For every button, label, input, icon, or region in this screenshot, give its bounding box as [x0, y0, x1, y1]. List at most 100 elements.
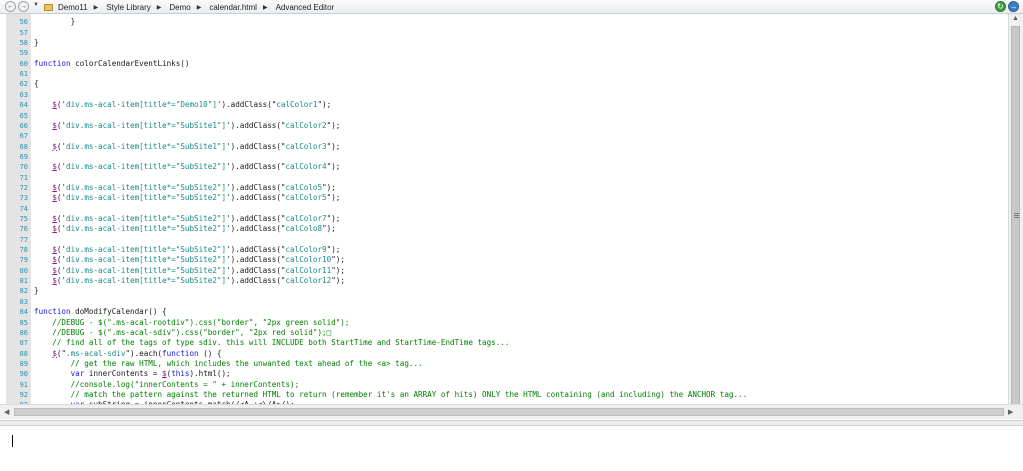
code-line[interactable]: 89 // get the raw HTML, which includes t…: [6, 359, 1006, 369]
code-line[interactable]: 60 function colorCalendarEventLinks(): [6, 59, 1006, 69]
code-line[interactable]: 75 $('div.ms-acal-item[title*="SubSite2"…: [6, 214, 1006, 224]
code-line[interactable]: 71: [6, 173, 1006, 183]
code-token: (': [56, 120, 67, 130]
code-text: $('div.ms-acal-item[title*="Demo10"]').a…: [34, 100, 331, 110]
secondary-input-pane[interactable]: [0, 426, 1023, 471]
code-line[interactable]: 81 $('div.ms-acal-item[title*="SubSite2"…: [6, 276, 1006, 286]
line-number: 86: [19, 328, 28, 337]
code-line[interactable]: 72 $('div.ms-acal-item[title*="SubSite2"…: [6, 183, 1006, 193]
vertical-scroll-thumb[interactable]: [1011, 26, 1020, 405]
history-dropdown-icon[interactable]: ▼: [33, 2, 39, 8]
code-token: innerContents =: [84, 369, 163, 379]
code-token: (': [56, 276, 67, 286]
code-token: ");: [326, 214, 341, 223]
breadcrumb-separator-icon[interactable]: ▶: [193, 4, 208, 11]
horizontal-scrollbar[interactable]: ◀ ▶: [0, 404, 1023, 419]
breadcrumb-separator-icon[interactable]: ▶: [153, 4, 168, 11]
code-text: }: [34, 286, 39, 296]
code-line[interactable]: 80 $('div.ms-acal-item[title*="SubSite2"…: [6, 266, 1006, 276]
code-text: }: [34, 38, 39, 48]
code-token: div.ms-acal-item[title*="SubSite2"]: [66, 162, 227, 172]
code-line[interactable]: 88 $(".ms-acal-sdiv").each(function () {: [6, 349, 1006, 359]
code-token: }: [34, 286, 39, 296]
code-text: function doModifyCalendar() {: [34, 307, 167, 317]
line-number: 84: [19, 308, 28, 317]
code-token: (': [56, 141, 67, 151]
code-line[interactable]: 58}: [6, 38, 1006, 48]
breadcrumb-separator-icon[interactable]: ▶: [259, 4, 274, 11]
code-line[interactable]: 83: [6, 297, 1006, 307]
code-line[interactable]: 63: [6, 90, 1006, 100]
breadcrumb-separator-icon[interactable]: ▶: [90, 4, 105, 11]
code-token: {: [34, 79, 39, 89]
line-number: 66: [19, 121, 28, 130]
horizontal-scroll-thumb[interactable]: [14, 408, 1004, 416]
line-number: 72: [19, 183, 28, 192]
code-token: div.ms-acal-item[title*="SubSite2"]: [66, 224, 227, 234]
breadcrumb-item-site[interactable]: Demo11: [56, 3, 90, 12]
code-line[interactable]: 73 $('div.ms-acal-item[title*="SubSite2"…: [6, 193, 1006, 203]
code-line[interactable]: 77: [6, 235, 1006, 245]
code-line[interactable]: 59: [6, 48, 1006, 58]
code-line[interactable]: 87 // find all of the tags of type sdiv.…: [6, 338, 1006, 348]
code-text: $('div.ms-acal-item[title*="SubSite2"]')…: [34, 182, 335, 193]
line-number: 88: [19, 349, 28, 358]
scroll-up-icon[interactable]: ▲: [1012, 15, 1019, 22]
line-number: 89: [19, 359, 28, 368]
forward-arrow-icon[interactable]: →: [18, 1, 29, 12]
breadcrumb-item-style-library[interactable]: Style Library: [104, 3, 152, 12]
code-line[interactable]: 64 $('div.ms-acal-item[title*="Demo10"]'…: [6, 100, 1006, 110]
line-number: 64: [19, 101, 28, 110]
code-token: function: [34, 58, 71, 68]
code-line[interactable]: 65: [6, 111, 1006, 121]
code-text: $('div.ms-acal-item[title*="SubSite2"]')…: [34, 214, 340, 224]
code-token: (': [56, 255, 67, 265]
code-line[interactable]: 67: [6, 131, 1006, 141]
code-token: // match the pattern against the returne…: [34, 389, 748, 399]
code-token: this: [171, 369, 190, 379]
code-line[interactable]: 85 //DEBUG - $(".ms-acal-rootdiv").css("…: [6, 318, 1006, 328]
code-token: ");: [317, 100, 332, 110]
code-line[interactable]: 56 }: [6, 17, 1006, 27]
code-line[interactable]: 76 $('div.ms-acal-item[title*="SubSite2"…: [6, 224, 1006, 234]
breadcrumb-item-file[interactable]: calendar.html: [207, 3, 259, 12]
code-line[interactable]: 78 $('div.ms-acal-item[title*="SubSite2"…: [6, 245, 1006, 255]
code-token: calColo8: [285, 224, 323, 234]
scroll-right-icon[interactable]: ▶: [1008, 408, 1013, 416]
code-line[interactable]: 68 $('div.ms-acal-item[title*="SubSite1"…: [6, 142, 1006, 152]
code-line[interactable]: 86 //DEBUG - $(".ms-acal-sdiv").css("bor…: [6, 328, 1006, 338]
scroll-left-icon[interactable]: ◀: [4, 408, 9, 416]
code-line[interactable]: 69: [6, 152, 1006, 162]
code-token: ').addClass(": [226, 182, 286, 192]
refresh-icon[interactable]: ↻: [995, 1, 1006, 12]
code-line[interactable]: 57: [6, 28, 1006, 38]
line-number: 74: [19, 204, 28, 213]
code-token: ').addClass(": [226, 224, 286, 234]
code-line[interactable]: 61: [6, 69, 1006, 79]
breadcrumb-item-folder[interactable]: Demo: [167, 3, 192, 12]
code-token: // find all of the tags of type sdiv. th…: [34, 338, 510, 348]
code-line[interactable]: 74: [6, 204, 1006, 214]
back-arrow-icon[interactable]: ←: [5, 1, 16, 12]
code-line[interactable]: 79 $('div.ms-acal-item[title*="SubSite2"…: [6, 255, 1006, 265]
code-text: function colorCalendarEventLinks(): [34, 59, 189, 69]
code-line[interactable]: 82}: [6, 286, 1006, 296]
code-line[interactable]: 91 //console.log("innerContents = " + in…: [6, 380, 1006, 390]
code-line[interactable]: 92 // match the pattern against the retu…: [6, 390, 1006, 400]
code-token: calColor12: [285, 276, 332, 286]
code-editor[interactable]: 5556 }5758}5960function colorCalendarEve…: [6, 14, 1008, 419]
line-number: 92: [19, 390, 28, 399]
code-line[interactable]: 70 $('div.ms-acal-item[title*="SubSite2"…: [6, 162, 1006, 172]
navigate-icon[interactable]: →: [1008, 1, 1019, 12]
vertical-scrollbar[interactable]: ▲ ▼: [1008, 14, 1023, 419]
code-token: (': [56, 214, 67, 223]
code-line[interactable]: 90 var innerContents = $(this).html();: [6, 369, 1006, 379]
breadcrumb-item-editor[interactable]: Advanced Editor: [274, 3, 337, 12]
code-line[interactable]: 66 $('div.ms-acal-item[title*="SubSite1"…: [6, 121, 1006, 131]
code-line[interactable]: 62 {: [6, 79, 1006, 89]
code-line[interactable]: 84 function doModifyCalendar() {: [6, 307, 1006, 317]
code-text: // match the pattern against the returne…: [34, 389, 748, 400]
